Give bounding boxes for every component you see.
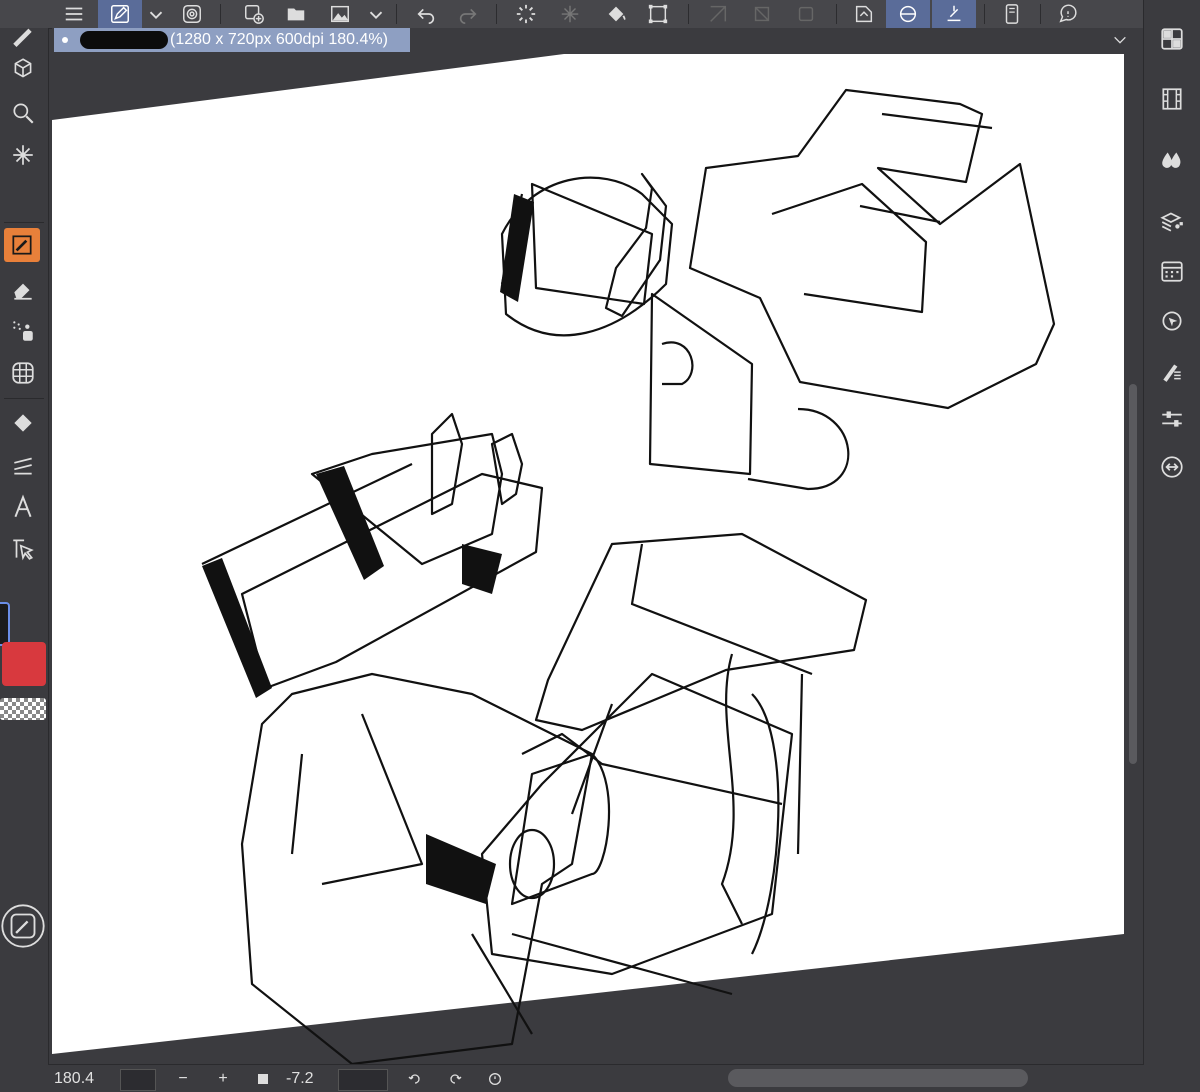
select-arrow-icon[interactable] (0, 532, 46, 566)
navigator-icon[interactable] (1144, 302, 1200, 340)
dropdown-icon[interactable] (142, 0, 170, 28)
phone-icon[interactable] (994, 0, 1030, 28)
reset-rotation-icon[interactable] (480, 1065, 510, 1092)
canvas-viewport[interactable] (52, 54, 1124, 1064)
zoom-slider-field[interactable] (120, 1069, 156, 1091)
rotate-right-icon[interactable] (440, 1065, 470, 1092)
canvas-rotate-icon[interactable] (0, 896, 46, 956)
status-bar: 180.4 − + -7.2 (48, 1064, 1144, 1092)
vertical-scrollbar[interactable] (1126, 54, 1140, 1064)
tab-modified-dot (62, 37, 68, 43)
calendar-icon[interactable] (1144, 252, 1200, 290)
droplets-icon[interactable] (1144, 140, 1200, 178)
transform-icon[interactable] (744, 0, 780, 28)
text-icon[interactable] (0, 490, 46, 524)
document-info: (1280 x 720px 600dpi 180.4%) (170, 31, 388, 48)
eraser-icon[interactable] (0, 272, 46, 306)
help-icon[interactable] (1050, 0, 1086, 28)
magic-wand-icon[interactable] (0, 138, 46, 172)
color-grid-icon[interactable] (1144, 20, 1200, 58)
grid-icon[interactable] (0, 356, 46, 390)
zoom-out-button[interactable]: − (168, 1065, 198, 1092)
top-toolbar (0, 0, 1200, 29)
layer-icon[interactable] (846, 0, 882, 28)
zoom-value[interactable]: 180.4 (54, 1065, 114, 1092)
rotation-value[interactable]: -7.2 (286, 1065, 336, 1092)
horizontal-scrollbar-thumb[interactable] (728, 1069, 1028, 1087)
share-icon[interactable] (1144, 448, 1200, 486)
layers-shapes-icon[interactable] (1144, 202, 1200, 240)
brush-icon[interactable] (0, 20, 46, 48)
fill-icon[interactable] (598, 0, 634, 28)
undo-icon[interactable] (408, 0, 444, 28)
tab-list-chevron-icon[interactable] (1112, 32, 1128, 48)
menu-icon[interactable] (56, 0, 92, 28)
tool-property-icon[interactable] (886, 0, 930, 28)
secondary-color-swatch[interactable] (0, 602, 10, 646)
fill-icon[interactable] (0, 406, 46, 440)
zoom-in-button[interactable]: + (208, 1065, 238, 1092)
3d-object-icon[interactable] (0, 52, 46, 86)
new-canvas-icon[interactable] (236, 0, 272, 28)
transparent-color-swatch[interactable] (0, 698, 46, 720)
pen-settings-icon[interactable] (1144, 352, 1200, 390)
layer-move-icon[interactable] (0, 448, 46, 482)
document-tab[interactable]: (1280 x 720px 600dpi 180.4%) (54, 28, 410, 52)
left-toolbar (0, 28, 49, 1091)
edit-icon[interactable] (788, 0, 824, 28)
sliders-icon[interactable] (1144, 400, 1200, 438)
loading-icon[interactable] (508, 0, 544, 28)
document-tab-bar: (1280 x 720px 600dpi 180.4%) (52, 28, 1144, 54)
redacted-filename (80, 31, 168, 49)
canvas-drawing[interactable] (52, 54, 1124, 1064)
vertical-scrollbar-thumb[interactable] (1129, 384, 1137, 764)
rotate-left-icon[interactable] (400, 1065, 430, 1092)
fit-square-icon[interactable] (248, 1065, 278, 1092)
redo-icon[interactable] (450, 0, 486, 28)
dropdown-icon[interactable] (362, 0, 390, 28)
film-icon[interactable] (1144, 80, 1200, 118)
ruler-icon[interactable] (700, 0, 736, 28)
zoom-icon[interactable] (0, 96, 46, 130)
right-panel (1143, 0, 1200, 1091)
tool-property-icon[interactable] (932, 0, 976, 28)
airbrush-icon[interactable] (0, 314, 46, 348)
select-all-icon[interactable] (640, 0, 676, 28)
image-icon[interactable] (322, 0, 358, 28)
main-color-swatch[interactable] (2, 642, 46, 686)
spiral-icon[interactable] (174, 0, 210, 28)
pen-edit-icon[interactable] (98, 0, 142, 28)
rotation-slider-field[interactable] (338, 1069, 388, 1091)
open-folder-icon[interactable] (278, 0, 314, 28)
pencil-icon[interactable] (4, 228, 40, 262)
grid-fill-icon[interactable] (552, 0, 588, 28)
